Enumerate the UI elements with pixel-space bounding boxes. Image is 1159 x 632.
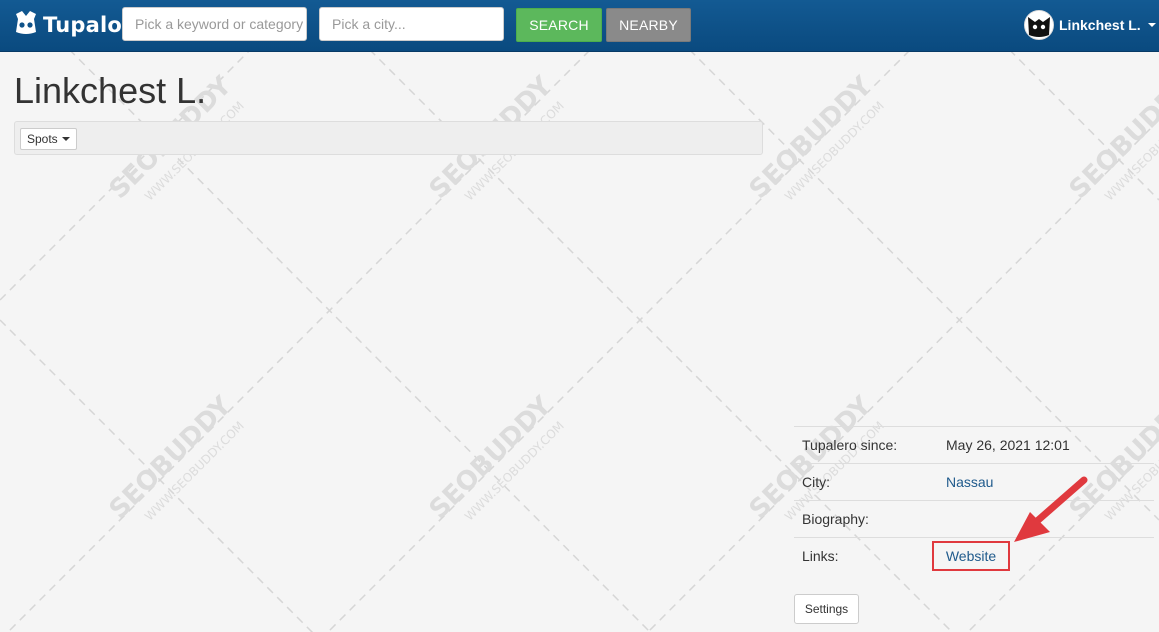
watermark-brand: SEOBUDDY	[424, 390, 559, 525]
links-label: Links:	[802, 548, 839, 564]
avatar	[1024, 10, 1054, 40]
watermark-url: WWW.SEOBUDDY.COM	[1102, 99, 1159, 204]
watermark-url: WWW.SEOBUDDY.COM	[462, 419, 567, 524]
city-label: City:	[802, 474, 830, 490]
biography-label: Biography:	[802, 511, 869, 527]
watermark-brand: SEOBUDDY	[1064, 70, 1159, 205]
user-menu[interactable]: Linkchest L.	[1024, 9, 1156, 41]
nearby-button[interactable]: NEARBY	[606, 8, 691, 42]
watermark-url: WWW.SEOBUDDY.COM	[782, 99, 887, 204]
page-title: Linkchest L.	[14, 70, 207, 111]
info-row-biography: Biography:	[794, 500, 1154, 537]
spots-dropdown-button[interactable]: Spots	[20, 128, 77, 150]
info-row-since: Tupalero since: May 26, 2021 12:01	[794, 426, 1154, 463]
watermark-brand: SEOBUDDY	[744, 70, 879, 205]
search-button[interactable]: SEARCH	[516, 8, 602, 42]
city-input[interactable]: Pick a city...	[319, 7, 504, 41]
tupalo-logo-icon	[13, 10, 39, 41]
since-value: May 26, 2021 12:01	[946, 437, 1070, 453]
since-label: Tupalero since:	[802, 437, 898, 453]
keyword-search-input[interactable]: Pick a keyword or category	[122, 7, 307, 41]
user-name: Linkchest L.	[1059, 17, 1141, 33]
brand-name: Tupalo	[43, 13, 122, 37]
website-link[interactable]: Website	[932, 541, 1010, 571]
chevron-down-icon	[61, 137, 70, 141]
brand-logo[interactable]: Tupalo	[13, 6, 122, 44]
settings-button[interactable]: Settings	[794, 594, 859, 624]
spots-toolbar: Spots	[14, 121, 763, 155]
spots-label: Spots	[27, 132, 58, 146]
city-placeholder: Pick a city...	[332, 16, 406, 32]
keyword-placeholder: Pick a keyword or category	[135, 16, 304, 32]
city-link[interactable]: Nassau	[946, 474, 993, 490]
top-navbar: Tupalo Pick a keyword or category Pick a…	[0, 0, 1159, 52]
info-row-city: City: Nassau	[794, 463, 1154, 500]
chevron-down-icon	[1147, 23, 1156, 27]
watermark-brand: SEOBUDDY	[104, 390, 239, 525]
watermark-url: WWW.SEOBUDDY.COM	[142, 419, 247, 524]
